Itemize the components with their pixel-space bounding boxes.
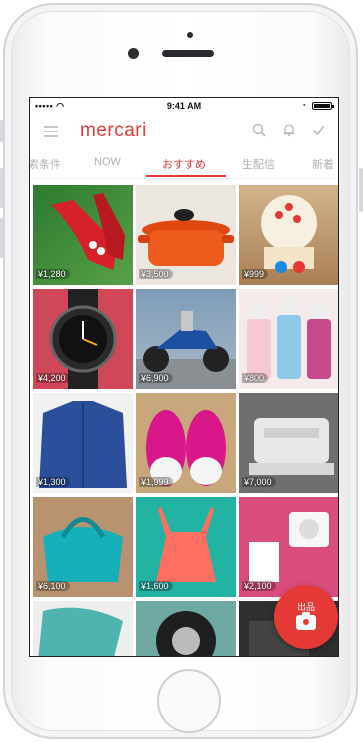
item-price: ¥1,999: [139, 477, 173, 487]
volume-down-button[interactable]: [0, 218, 4, 258]
proximity-sensor: [187, 32, 193, 38]
app-header: mercari: [30, 116, 338, 146]
tab-now[interactable]: NOW: [94, 156, 121, 168]
search-icon[interactable]: [252, 123, 266, 137]
item-tile[interactable]: ¥1,999: [136, 393, 236, 493]
item-tile[interactable]: [33, 601, 133, 656]
earpiece-speaker: [162, 50, 214, 57]
item-tile[interactable]: ¥800: [239, 289, 338, 389]
tab-live[interactable]: 生配信: [242, 156, 275, 172]
item-tile[interactable]: ¥1,300: [33, 393, 133, 493]
item-price: ¥2,100: [242, 581, 276, 591]
battery-icon: [312, 101, 334, 110]
item-tile[interactable]: ¥2,100: [239, 497, 338, 597]
item-tile[interactable]: ¥6,100: [33, 497, 133, 597]
item-price: ¥800: [242, 373, 269, 383]
orientation-lock-icon: ◔: [301, 101, 306, 110]
item-price: ¥3,500: [139, 269, 173, 279]
item-photo: [38, 607, 123, 656]
mute-switch[interactable]: [0, 120, 4, 142]
item-tile[interactable]: ¥6,900: [136, 289, 236, 389]
item-price: ¥4,200: [36, 373, 70, 383]
item-tile[interactable]: ¥1,280: [33, 185, 133, 285]
item-price: ¥6,100: [36, 581, 70, 591]
hamburger-icon[interactable]: [44, 126, 58, 137]
item-tile[interactable]: ¥999: [239, 185, 338, 285]
category-tabs: 索条件 NOW おすすめ 生配信 新着: [30, 150, 338, 179]
tab-recommended[interactable]: おすすめ: [162, 156, 206, 172]
item-price: ¥999: [242, 269, 269, 279]
active-tab-indicator: [146, 175, 226, 177]
mercari-logo: mercari: [80, 120, 147, 141]
item-price: ¥7,000: [242, 477, 276, 487]
status-bar: ••••• ◠ 9:41 AM ◔: [30, 98, 338, 116]
sell-button[interactable]: 出品: [274, 585, 338, 649]
item-tile[interactable]: ¥4,200: [33, 289, 133, 389]
item-price: ¥1,280: [36, 269, 70, 279]
volume-up-button[interactable]: [0, 168, 4, 208]
item-tile[interactable]: [136, 601, 236, 656]
app-screen: ••••• ◠ 9:41 AM ◔ mercari 索条件 NOW おすすめ 生…: [29, 97, 339, 657]
item-price: ¥6,900: [139, 373, 173, 383]
front-camera: [128, 48, 139, 59]
item-price: ¥1,600: [139, 581, 173, 591]
item-photo: [156, 611, 216, 656]
item-tile[interactable]: ¥7,000: [239, 393, 338, 493]
item-tile[interactable]: ¥3,500: [136, 185, 236, 285]
tab-new[interactable]: 新着: [312, 156, 334, 172]
power-button[interactable]: [359, 168, 363, 212]
item-tile[interactable]: ¥1,600: [136, 497, 236, 597]
status-time: 9:41 AM: [166, 101, 202, 111]
tab-search-conditions[interactable]: 索条件: [30, 156, 61, 172]
bell-icon[interactable]: [282, 123, 296, 137]
camera-icon: [296, 612, 316, 630]
home-button[interactable]: [157, 669, 221, 733]
check-icon[interactable]: [312, 123, 326, 137]
item-price: ¥1,300: [36, 477, 70, 487]
